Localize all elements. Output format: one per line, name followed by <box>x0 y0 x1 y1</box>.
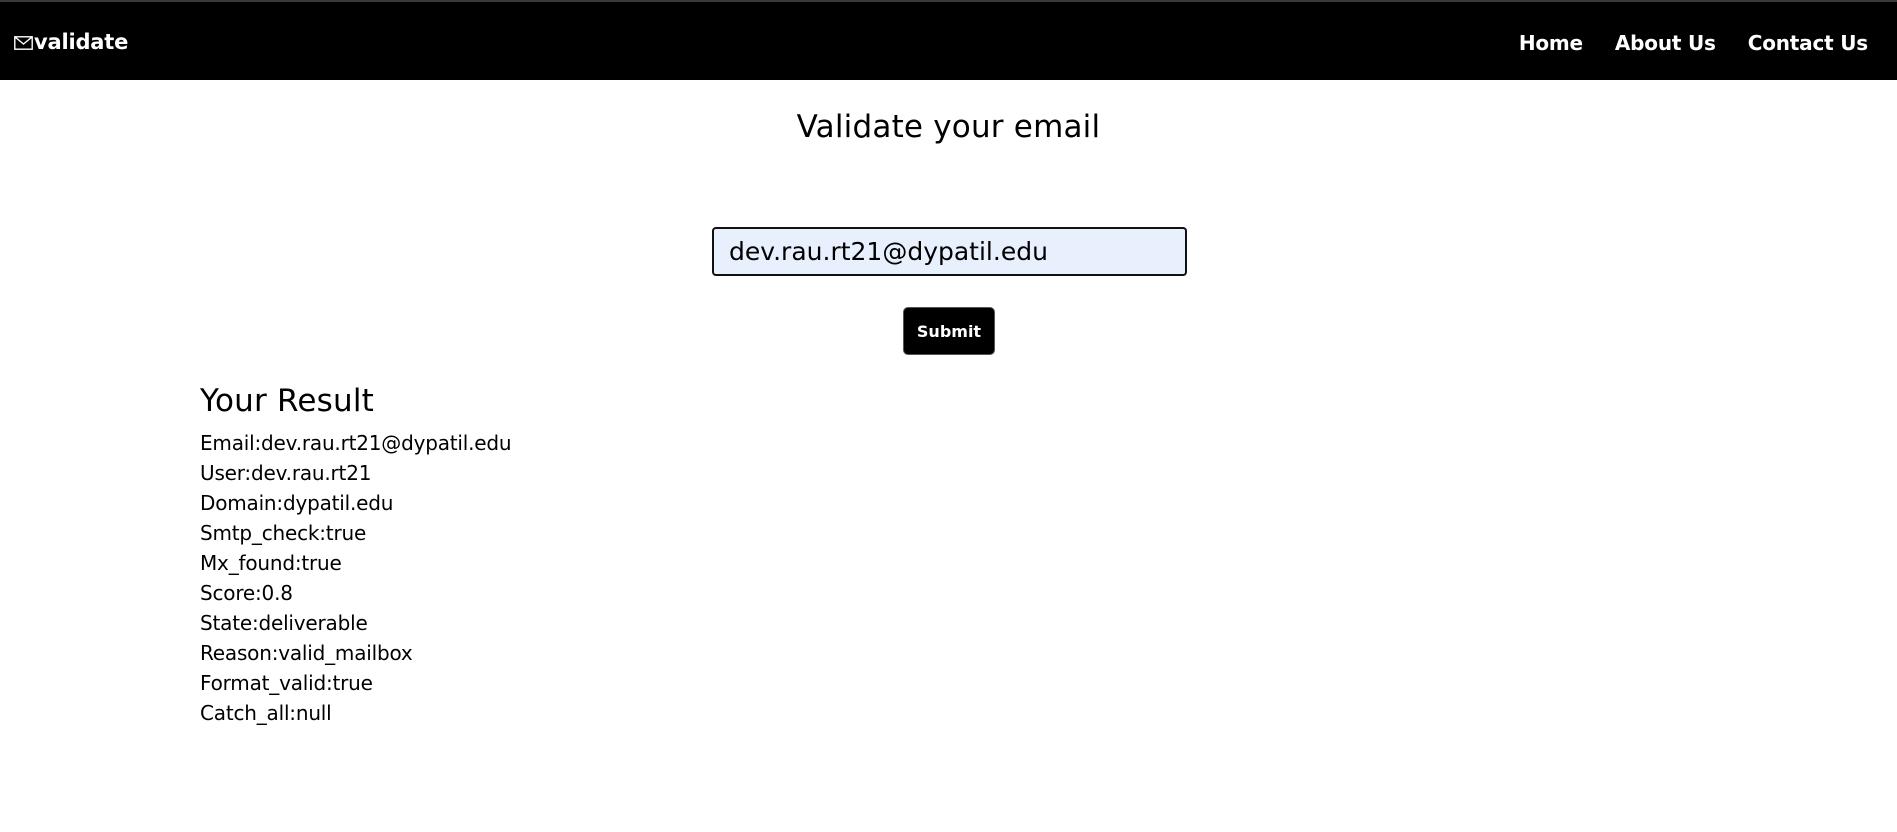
result-mx-found: Mx_found:true <box>200 551 342 575</box>
top-navbar: validate Home About Us Contact Us <box>0 0 1897 80</box>
result-heading: Your Result <box>200 383 375 419</box>
submit-button[interactable]: Submit <box>903 307 995 355</box>
result-section: Your Result Email:dev.rau.rt21@dypatil.e… <box>200 380 512 728</box>
result-user: User:dev.rau.rt21 <box>200 461 372 485</box>
nav-link-contact-us[interactable]: Contact Us <box>1748 31 1868 55</box>
result-reason: Reason:valid_mailbox <box>200 641 413 665</box>
email-input[interactable] <box>712 227 1187 276</box>
result-smtp-check: Smtp_check:true <box>200 521 367 545</box>
page-title: Validate your email <box>796 109 1101 145</box>
nav-link-home[interactable]: Home <box>1519 31 1583 55</box>
envelope-icon <box>14 31 33 50</box>
brand-label: validate <box>34 30 129 54</box>
result-score: Score:0.8 <box>200 581 293 605</box>
result-catch-all: Catch_all:null <box>200 701 332 725</box>
nav-link-about-us[interactable]: About Us <box>1615 31 1716 55</box>
result-domain: Domain:dypatil.edu <box>200 491 394 515</box>
result-state: State:deliverable <box>200 611 368 635</box>
result-email: Email:dev.rau.rt21@dypatil.edu <box>200 431 512 455</box>
result-format-valid: Format_valid:true <box>200 671 373 695</box>
brand-link[interactable]: validate <box>14 30 128 54</box>
nav-links: Home About Us Contact Us <box>1519 31 1868 55</box>
